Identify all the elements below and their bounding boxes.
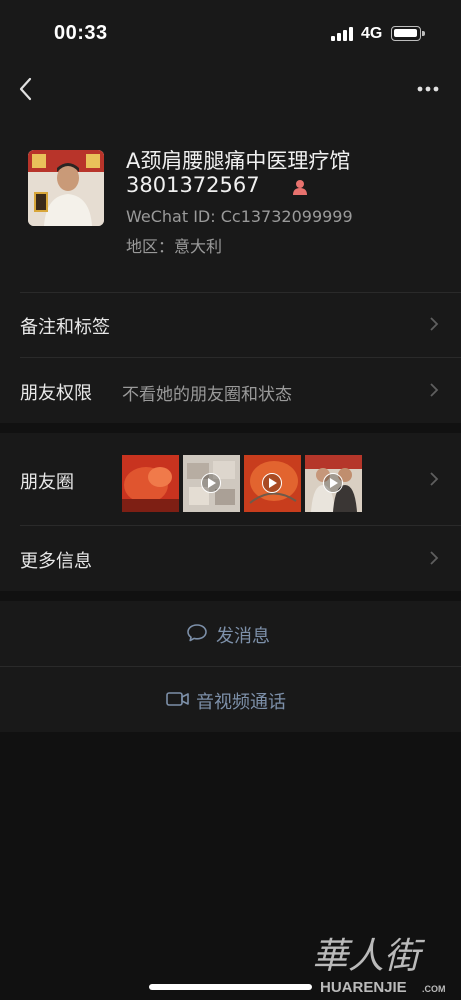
play-icon bbox=[323, 473, 343, 493]
svg-text:華人街: 華人街 bbox=[312, 936, 426, 977]
video-call-button[interactable]: 音视频通话 bbox=[0, 666, 461, 732]
status-time: 00:33 bbox=[54, 22, 108, 44]
chevron-left-icon[interactable] bbox=[14, 74, 38, 104]
chat-bubble-icon bbox=[187, 624, 207, 642]
moments-video-thumbnail[interactable] bbox=[305, 455, 362, 512]
region: 地区：意大利 bbox=[126, 237, 223, 256]
video-camera-icon bbox=[166, 692, 189, 706]
watermark-logo: 華人街 HUARENJIE .COM bbox=[310, 930, 450, 996]
home-indicator[interactable] bbox=[149, 984, 312, 990]
play-icon bbox=[262, 473, 282, 493]
contact-name: A颈肩腰腿痛中医理疗馆 bbox=[126, 149, 351, 173]
profile-header: A颈肩腰腿痛中医理疗馆 3801372567 WeChat ID: Cc1373… bbox=[0, 118, 461, 292]
svg-text:.COM: .COM bbox=[422, 984, 446, 994]
row-label-more-info: 更多信息 bbox=[20, 551, 92, 572]
video-call-label: 音视频通话 bbox=[196, 692, 286, 713]
row-value-friend-permissions: 不看她的朋友圈和状态 bbox=[122, 385, 292, 405]
row-remark-tags[interactable]: 备注和标签 bbox=[0, 292, 461, 357]
wechat-id: WeChat ID: Cc13732099999 bbox=[126, 207, 353, 226]
row-label-remark-tags: 备注和标签 bbox=[20, 317, 110, 338]
moments-video-thumbnail[interactable] bbox=[244, 455, 301, 512]
chevron-right-icon bbox=[430, 551, 439, 565]
battery-icon bbox=[391, 26, 425, 41]
status-bar: 00:33 4G bbox=[0, 0, 461, 60]
row-label-moments: 朋友圈 bbox=[20, 472, 74, 493]
chevron-right-icon bbox=[430, 472, 439, 486]
avatar[interactable] bbox=[28, 150, 104, 226]
chevron-right-icon bbox=[430, 317, 439, 331]
network-label: 4G bbox=[361, 25, 383, 42]
row-moments[interactable]: 朋友圈 bbox=[0, 433, 461, 525]
female-user-icon bbox=[293, 180, 307, 195]
nav-bar bbox=[0, 60, 461, 118]
ellipsis-icon[interactable] bbox=[412, 80, 444, 98]
signal-icon bbox=[331, 27, 355, 41]
moments-thumbnail[interactable] bbox=[122, 455, 179, 512]
play-icon bbox=[201, 473, 221, 493]
row-more-info[interactable]: 更多信息 bbox=[0, 525, 461, 591]
moments-video-thumbnail[interactable] bbox=[183, 455, 240, 512]
svg-text:HUARENJIE: HUARENJIE bbox=[320, 979, 407, 996]
send-message-label: 发消息 bbox=[216, 626, 270, 647]
row-friend-permissions[interactable]: 朋友权限 不看她的朋友圈和状态 bbox=[0, 357, 461, 423]
chevron-right-icon bbox=[430, 383, 439, 397]
row-label-friend-permissions: 朋友权限 bbox=[20, 383, 92, 404]
contact-name-number: 3801372567 bbox=[126, 173, 260, 197]
send-message-button[interactable]: 发消息 bbox=[0, 601, 461, 666]
